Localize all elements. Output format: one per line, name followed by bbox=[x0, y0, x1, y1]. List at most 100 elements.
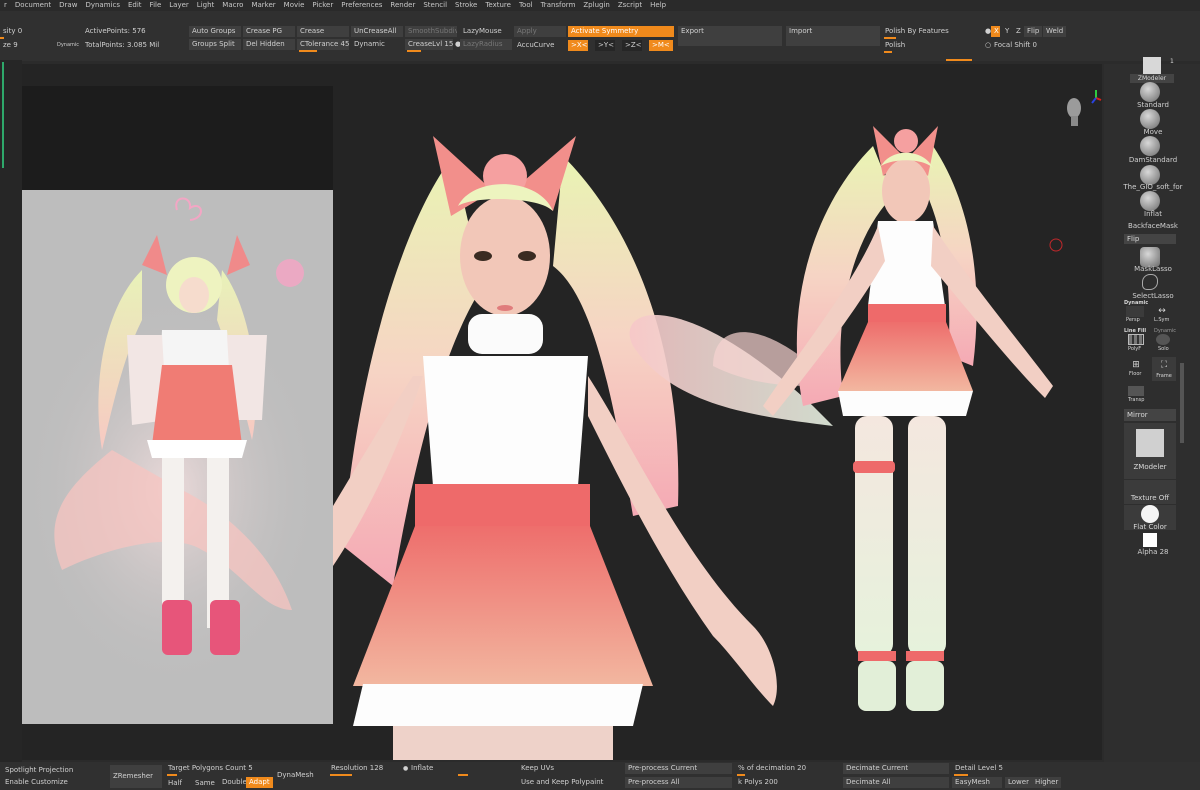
auto-groups-button[interactable]: Auto Groups bbox=[189, 26, 241, 37]
polyf-icon[interactable] bbox=[1128, 334, 1144, 345]
alpha-swatch-icon[interactable] bbox=[1143, 533, 1157, 547]
decimation-percent-slider[interactable]: % of decimation 20 bbox=[735, 763, 840, 774]
transp-icon[interactable] bbox=[1128, 386, 1144, 396]
lazy-mouse-button[interactable]: LazyMouse bbox=[460, 26, 512, 37]
axis-x-toggle[interactable]: X bbox=[991, 26, 1000, 37]
menu-item-stencil[interactable]: Stencil bbox=[419, 0, 451, 11]
masklasso-label[interactable]: MaskLasso bbox=[1118, 265, 1188, 273]
lower-button[interactable]: Lower bbox=[1005, 777, 1032, 788]
menu-item-macro[interactable]: Macro bbox=[218, 0, 247, 11]
menu-item-movie[interactable]: Movie bbox=[280, 0, 309, 11]
solo-icon[interactable] bbox=[1156, 334, 1170, 345]
zmodeler-cube-icon[interactable] bbox=[1143, 57, 1161, 75]
export-button[interactable]: Export bbox=[678, 26, 782, 46]
dynamic-button[interactable]: Dynamic bbox=[351, 39, 403, 50]
standard-brush-label[interactable]: Standard bbox=[1118, 101, 1188, 109]
sym-z-toggle[interactable]: >Z< bbox=[622, 40, 642, 51]
keep-uvs-toggle[interactable]: Keep UVs bbox=[518, 763, 557, 774]
zremesher-button[interactable]: ZRemesher bbox=[110, 765, 162, 788]
decimate-all-button[interactable]: Decimate All bbox=[843, 777, 949, 788]
backface-mask-toggle[interactable]: BackfaceMask bbox=[1118, 222, 1188, 230]
axis-gizmo-icon[interactable] bbox=[1090, 88, 1102, 106]
half-button[interactable]: Half bbox=[165, 778, 185, 789]
menu-item-transform[interactable]: Transform bbox=[537, 0, 580, 11]
floor-label[interactable]: Floor bbox=[1129, 371, 1141, 377]
flip-button[interactable]: Flip bbox=[1124, 234, 1176, 244]
groups-split-button[interactable]: Groups Split bbox=[189, 39, 241, 50]
lazy-radius-slider[interactable]: LazyRadius bbox=[460, 39, 512, 50]
menu-item-zscript[interactable]: Zscript bbox=[614, 0, 646, 11]
gio-brush-label[interactable]: The_GIO_soft_for bbox=[1112, 183, 1194, 191]
crease-pg-button[interactable]: Crease PG bbox=[243, 26, 295, 37]
crease-level-slider[interactable]: CreaseLvl 15 bbox=[405, 39, 453, 50]
crease-button[interactable]: Crease bbox=[297, 26, 349, 37]
uncrease-all-button[interactable]: UnCreaseAll bbox=[351, 26, 403, 37]
menu-item-stroke[interactable]: Stroke bbox=[451, 0, 481, 11]
activate-symmetry-button[interactable]: Activate Symmetry bbox=[568, 26, 674, 37]
spotlight-projection-toggle[interactable]: Spotlight Projection bbox=[2, 765, 76, 776]
menu-item-document[interactable]: Document bbox=[11, 0, 55, 11]
menu-item-r[interactable]: r bbox=[0, 0, 11, 11]
lsym-icon[interactable]: ↔ bbox=[1152, 306, 1172, 317]
menu-item-texture[interactable]: Texture bbox=[481, 0, 515, 11]
persp-label[interactable]: Persp bbox=[1126, 317, 1140, 323]
smooth-subdiv-button[interactable]: SmoothSubdiv bbox=[405, 26, 457, 37]
detail-level-slider[interactable]: Detail Level 5 bbox=[952, 763, 1058, 774]
current-tool-panel[interactable]: ZModeler bbox=[1124, 423, 1176, 479]
right-scrollbar[interactable] bbox=[1180, 363, 1184, 443]
decimate-current-button[interactable]: Decimate Current bbox=[843, 763, 949, 774]
menu-item-draw[interactable]: Draw bbox=[55, 0, 81, 11]
menu-item-render[interactable]: Render bbox=[386, 0, 419, 11]
alpha-label[interactable]: Alpha 28 bbox=[1118, 548, 1188, 556]
menu-item-layer[interactable]: Layer bbox=[165, 0, 193, 11]
enable-customize-toggle[interactable]: Enable Customize bbox=[2, 777, 71, 788]
sym-m-toggle[interactable]: >M< bbox=[649, 40, 673, 51]
polish-by-features-slider[interactable]: Polish By Features bbox=[882, 26, 978, 37]
inflat-brush-label[interactable]: Inflat bbox=[1118, 210, 1188, 218]
k-polys-slider[interactable]: k Polys 200 bbox=[735, 777, 840, 788]
sym-y-toggle[interactable]: >Y< bbox=[595, 40, 615, 51]
menu-item-dynamics[interactable]: Dynamics bbox=[81, 0, 124, 11]
menu-item-marker[interactable]: Marker bbox=[247, 0, 279, 11]
standard-brush-icon[interactable] bbox=[1140, 82, 1160, 102]
menu-item-file[interactable]: File bbox=[146, 0, 166, 11]
persp-icon[interactable] bbox=[1126, 306, 1144, 317]
lsym-label[interactable]: L.Sym bbox=[1154, 317, 1169, 323]
accu-curve-button[interactable]: AccuCurve bbox=[514, 40, 566, 51]
import-button[interactable]: Import bbox=[786, 26, 880, 46]
move-brush-icon[interactable] bbox=[1140, 109, 1160, 129]
apply-button[interactable]: Apply bbox=[514, 26, 566, 37]
damstandard-brush-label[interactable]: DamStandard bbox=[1118, 156, 1188, 164]
target-polygons-slider[interactable]: Target Polygons Count 5 bbox=[165, 763, 270, 774]
polyf-label[interactable]: PolyF bbox=[1128, 346, 1141, 352]
weld-button[interactable]: Weld bbox=[1043, 26, 1067, 37]
navigation-head-icon[interactable] bbox=[1062, 94, 1086, 130]
easymesh-button[interactable]: EasyMesh bbox=[952, 777, 1002, 788]
floor-icon[interactable]: ⊞ bbox=[1128, 360, 1144, 370]
resolution-slider[interactable]: Resolution 128 bbox=[328, 763, 398, 774]
inflat-brush-icon[interactable] bbox=[1140, 191, 1160, 211]
ctolerance-slider[interactable]: CTolerance 45 bbox=[297, 39, 349, 50]
selectlasso-icon[interactable] bbox=[1142, 274, 1158, 290]
use-keep-polypaint-toggle[interactable]: Use and Keep Polypaint bbox=[518, 777, 606, 788]
masklasso-icon[interactable] bbox=[1140, 247, 1160, 267]
solo-label[interactable]: Solo bbox=[1158, 346, 1169, 352]
axis-z-toggle[interactable]: Z bbox=[1013, 26, 1024, 37]
material-panel[interactable]: Flat Color bbox=[1124, 505, 1176, 531]
inflate-slider[interactable]: Inflate bbox=[408, 763, 513, 774]
damstandard-brush-icon[interactable] bbox=[1140, 136, 1160, 156]
adapt-toggle[interactable]: Adapt bbox=[246, 777, 273, 788]
polish-slider[interactable]: Polish bbox=[882, 40, 978, 51]
texture-off-button[interactable]: Texture Off bbox=[1124, 480, 1176, 504]
del-hidden-button[interactable]: Del Hidden bbox=[243, 39, 295, 50]
mirror-button[interactable]: Mirror bbox=[1124, 409, 1176, 421]
menu-item-preferences[interactable]: Preferences bbox=[337, 0, 386, 11]
same-button[interactable]: Same bbox=[192, 778, 218, 789]
menu-item-picker[interactable]: Picker bbox=[308, 0, 337, 11]
preprocess-current-button[interactable]: Pre-process Current bbox=[625, 763, 732, 774]
menu-item-help[interactable]: Help bbox=[646, 0, 670, 11]
transp-label[interactable]: Transp bbox=[1128, 397, 1144, 403]
selectlasso-label[interactable]: SelectLasso bbox=[1118, 292, 1188, 300]
focal-shift-slider[interactable]: Focal Shift 0 bbox=[991, 40, 1040, 51]
menu-item-tool[interactable]: Tool bbox=[515, 0, 537, 11]
